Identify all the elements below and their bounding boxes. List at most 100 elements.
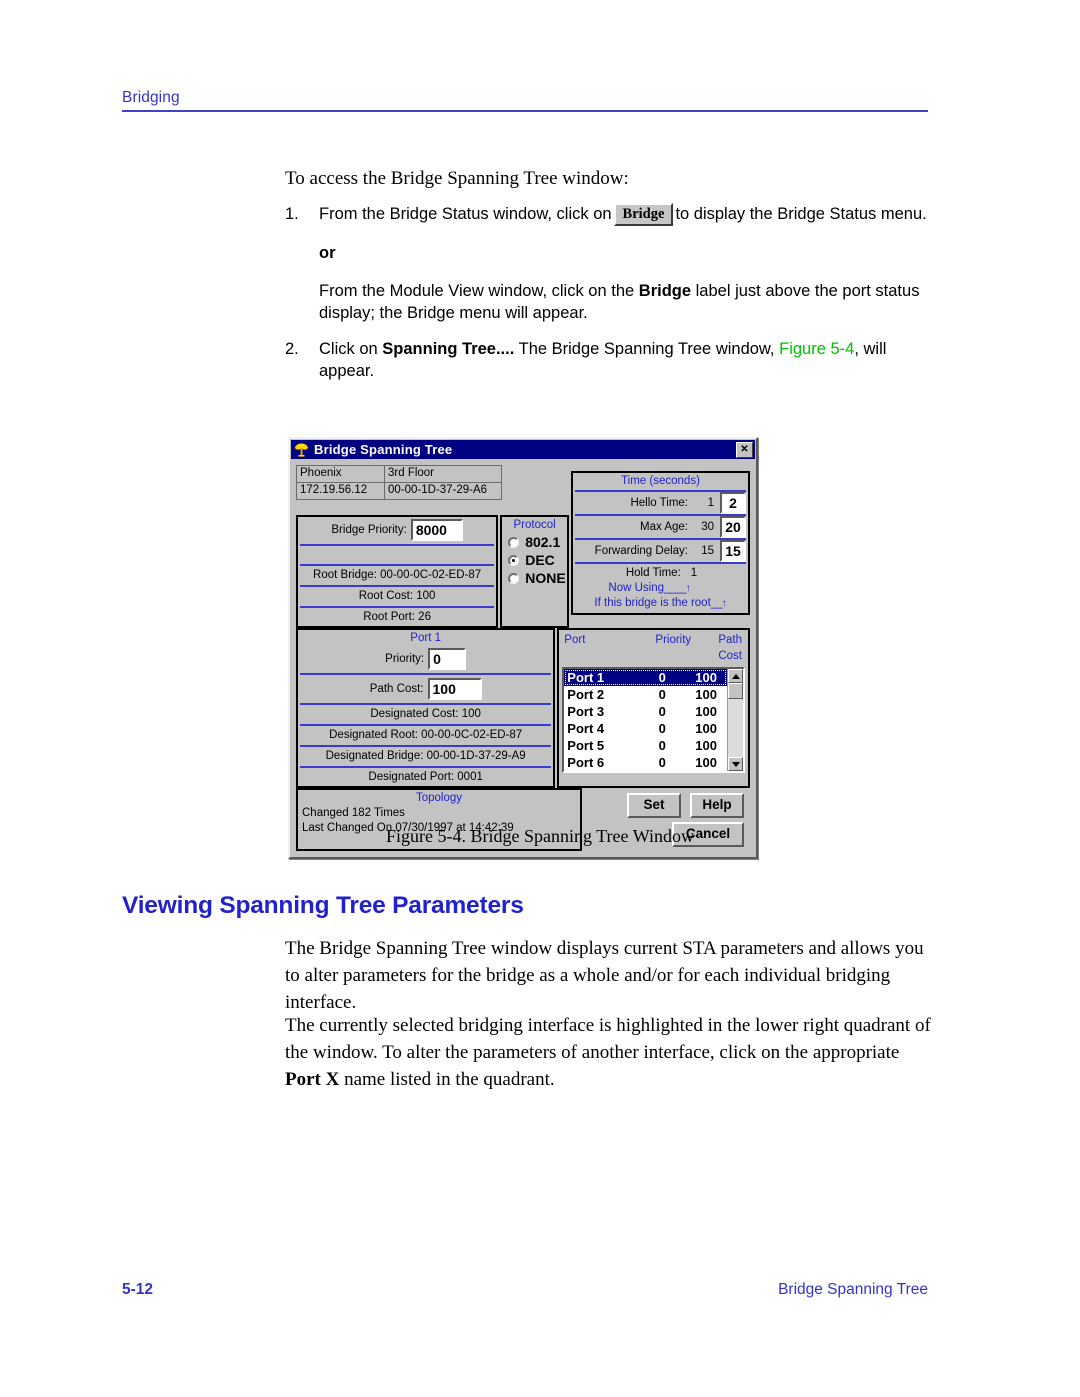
- port-list-scrollbar[interactable]: [727, 669, 743, 771]
- port-priority: 0: [658, 704, 666, 719]
- topology-panel-title: Topology: [415, 792, 463, 804]
- forwarding-delay-input[interactable]: 15: [720, 540, 746, 562]
- protocol-option-none[interactable]: NONE: [502, 569, 567, 587]
- port-path-cost-input[interactable]: 100: [427, 678, 482, 700]
- close-icon[interactable]: ✕: [736, 441, 753, 458]
- step-2-text-before: Click on: [319, 340, 378, 358]
- footer-page-number: 5-12: [122, 1281, 154, 1298]
- table-row[interactable]: Port 1 0 100: [564, 669, 727, 686]
- table-row[interactable]: Port 2 0 100: [564, 686, 727, 703]
- designated-root-value: Designated Root: 00-00-0C-02-ED-87: [329, 729, 523, 741]
- step-1-alt-before: From the Module View window, click on th…: [319, 282, 635, 300]
- bridge-parameters-panel: Bridge Priority: 8000 Root Bridge: 00-00…: [296, 515, 499, 628]
- hello-time-current: 1: [707, 497, 714, 509]
- set-button[interactable]: Set: [627, 793, 681, 818]
- time-row-max-age: Max Age: 30 20: [573, 516, 748, 538]
- step-1-text-after: to display the Bridge Status menu.: [675, 205, 927, 223]
- port-priority: 0: [658, 721, 666, 736]
- port-path-cost: 100: [695, 670, 717, 685]
- dialog-titlebar[interactable]: Bridge Spanning Tree ✕: [291, 440, 755, 459]
- protocol-label-dec: DEC: [525, 552, 555, 568]
- port-path-cost: 100: [695, 721, 717, 736]
- procedure-steps: 1. From the Bridge Status window, click …: [285, 203, 935, 396]
- topology-changed-count: Changed 182 Times: [302, 807, 405, 819]
- port-priority-input[interactable]: 0: [428, 648, 467, 670]
- dialog-title: Bridge Spanning Tree: [314, 442, 453, 457]
- time-panel-title: Time (seconds): [621, 475, 700, 487]
- scroll-up-icon[interactable]: [728, 669, 743, 683]
- port-list-panel: Port Priority Path Cost Port 1 0 100 Por…: [557, 628, 750, 788]
- radio-icon-none[interactable]: [508, 572, 520, 584]
- designated-bridge-value: Designated Bridge: 00-00-1D-37-29-A9: [325, 750, 526, 762]
- if-root-label: If this bridge is the root: [594, 597, 711, 609]
- table-row[interactable]: Port 6 0 100: [564, 754, 727, 771]
- port-path-cost: 100: [695, 755, 717, 770]
- step-1-number: 1.: [285, 205, 299, 223]
- divider: [300, 766, 552, 768]
- port-name: Port 1: [567, 670, 605, 685]
- root-port-value: Root Port: 26: [363, 611, 431, 623]
- scrollbar-thumb[interactable]: [728, 683, 743, 699]
- port-priority-label: Priority:: [385, 653, 425, 665]
- port-name: Port 2: [567, 687, 605, 702]
- port-list-col-priority: Priority: [655, 634, 692, 646]
- figure-cross-reference[interactable]: Figure 5-4: [779, 340, 854, 358]
- table-row[interactable]: Port 4 0 100: [564, 720, 727, 737]
- scrollbar-track[interactable]: [728, 699, 743, 757]
- bridge-inline-button[interactable]: Bridge: [613, 203, 674, 226]
- para2-before: The currently selected bridging interfac…: [285, 1015, 931, 1063]
- forwarding-delay-current: 15: [701, 545, 714, 557]
- intro-text: To access the Bridge Spanning Tree windo…: [285, 168, 629, 189]
- if-root-note: If this bridge is the root__↑: [594, 597, 727, 609]
- divider: [575, 562, 746, 564]
- now-using-note: Now Using____↑: [608, 582, 691, 594]
- bridge-spanning-tree-dialog[interactable]: Bridge Spanning Tree ✕ Phoenix 3rd Floor…: [288, 437, 758, 859]
- step-1-alt-bold: Bridge: [638, 282, 692, 300]
- step-2-text-mid: The Bridge Spanning Tree window,: [518, 340, 775, 358]
- step-2-bold: Spanning Tree....: [382, 340, 515, 358]
- divider: [300, 724, 552, 726]
- bridge-priority-input[interactable]: 8000: [410, 519, 463, 541]
- table-row[interactable]: Port 3 0 100: [564, 703, 727, 720]
- hold-time-label: Hold Time:: [625, 567, 681, 579]
- max-age-input[interactable]: 20: [720, 516, 746, 538]
- port-listbox[interactable]: Port 1 0 100 Port 2 0 100 Port 3 0 100 P…: [562, 667, 745, 773]
- max-age-label: Max Age:: [640, 521, 688, 533]
- port-path-cost: 100: [695, 738, 717, 753]
- port-list-header: Port Priority Path Cost: [559, 630, 748, 667]
- step-1-or: or: [319, 244, 336, 262]
- footer-section-title: Bridge Spanning Tree: [778, 1281, 928, 1298]
- port-path-cost: 100: [695, 687, 717, 702]
- page-footer: 5-12 Bridge Spanning Tree: [122, 1281, 928, 1299]
- designated-cost-value: Designated Cost: 100: [370, 708, 481, 720]
- para2-after: name listed in the quadrant.: [344, 1069, 555, 1090]
- protocol-panel: Protocol 802.1 DEC NONE: [500, 515, 569, 628]
- table-row[interactable]: Port 5 0 100: [564, 737, 727, 754]
- radio-icon-802-1[interactable]: [508, 536, 520, 548]
- port-list-col-path-cost: Path Cost: [718, 634, 742, 662]
- port-panel-title: Port 1: [410, 632, 441, 644]
- port-priority: 0: [658, 755, 666, 770]
- protocol-panel-title: Protocol: [513, 519, 556, 531]
- hello-time-input[interactable]: 2: [720, 492, 746, 514]
- step-1: 1. From the Bridge Status window, click …: [285, 203, 935, 324]
- scroll-down-icon[interactable]: [728, 757, 743, 771]
- protocol-option-802-1[interactable]: 802.1: [502, 533, 567, 551]
- forwarding-delay-label: Forwarding Delay:: [594, 545, 688, 557]
- port-name: Port 4: [567, 721, 605, 736]
- help-button[interactable]: Help: [690, 793, 744, 818]
- hello-time-label: Hello Time:: [630, 497, 688, 509]
- divider: [300, 606, 495, 608]
- tree-icon: [294, 442, 309, 457]
- radio-icon-dec[interactable]: [508, 554, 520, 566]
- protocol-option-dec[interactable]: DEC: [502, 551, 567, 569]
- step-1-alternative: From the Module View window, click on th…: [319, 280, 935, 324]
- hold-time-value: 1: [690, 567, 698, 579]
- step-1-text-before: From the Bridge Status window, click on: [319, 205, 612, 223]
- protocol-label-none: NONE: [525, 570, 566, 586]
- port-path-cost-row: Path Cost: 100: [298, 676, 553, 702]
- body-paragraph-1: The Bridge Spanning Tree window displays…: [285, 938, 924, 1013]
- port-parameters-panel: Port 1 Priority: 0 Path Cost: 100 Design…: [296, 628, 556, 788]
- port-priority: 0: [658, 738, 666, 753]
- divider: [300, 703, 552, 705]
